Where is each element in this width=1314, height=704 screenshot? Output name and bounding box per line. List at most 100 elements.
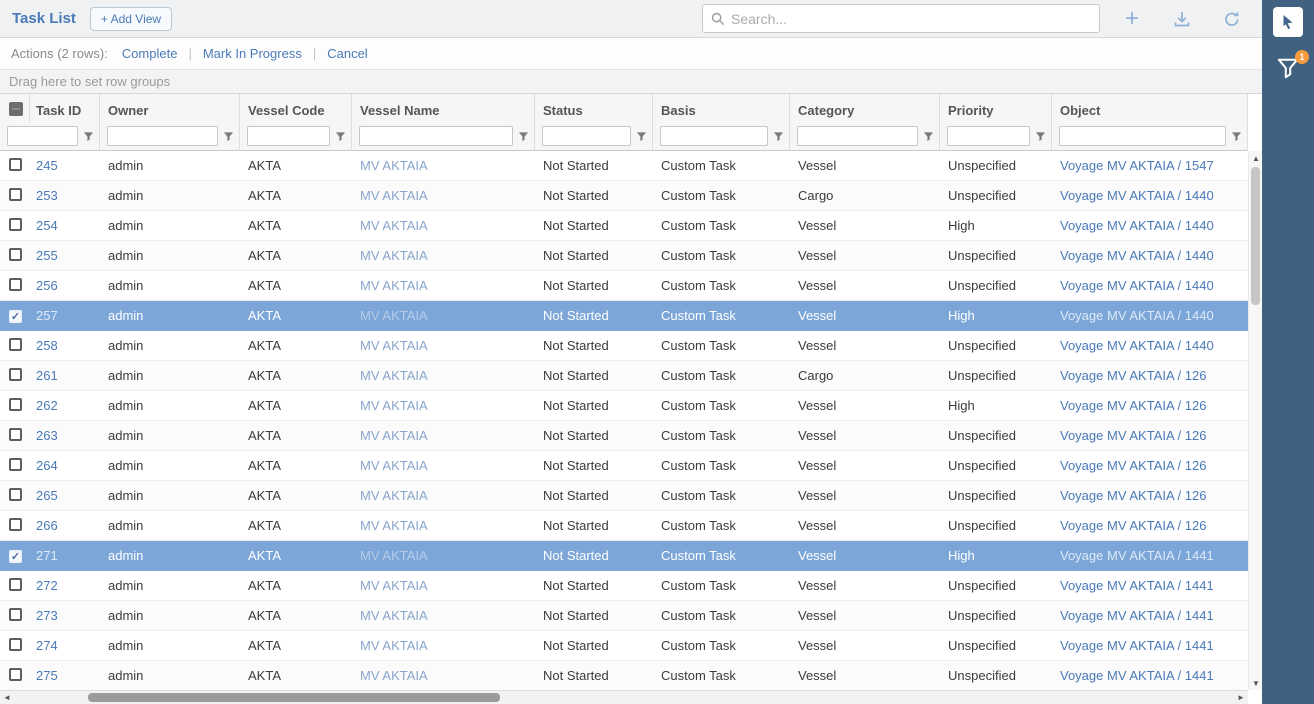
- filter-button-object[interactable]: [1231, 131, 1242, 142]
- task-id-link[interactable]: 262: [36, 398, 58, 413]
- filter-input-object[interactable]: [1059, 126, 1226, 146]
- table-row[interactable]: 255 admin AKTA MV AKTAIA Not Started Cus…: [0, 241, 1248, 271]
- filter-button-owner[interactable]: [223, 131, 234, 142]
- add-view-button[interactable]: + Add View: [90, 7, 172, 31]
- vessel-name-link[interactable]: MV AKTAIA: [360, 608, 428, 623]
- table-row[interactable]: 275 admin AKTA MV AKTAIA Not Started Cus…: [0, 661, 1248, 690]
- horizontal-scrollbar[interactable]: ◄ ►: [0, 690, 1248, 704]
- filter-panel-button[interactable]: 1: [1273, 53, 1303, 83]
- table-row[interactable]: 254 admin AKTA MV AKTAIA Not Started Cus…: [0, 211, 1248, 241]
- table-row[interactable]: 258 admin AKTA MV AKTAIA Not Started Cus…: [0, 331, 1248, 361]
- object-link[interactable]: Voyage MV AKTAIA / 1440: [1060, 188, 1214, 203]
- row-checkbox[interactable]: [9, 310, 22, 323]
- table-row[interactable]: 272 admin AKTA MV AKTAIA Not Started Cus…: [0, 571, 1248, 601]
- vessel-name-link[interactable]: MV AKTAIA: [360, 458, 428, 473]
- row-checkbox[interactable]: [9, 608, 22, 621]
- vessel-name-link[interactable]: MV AKTAIA: [360, 398, 428, 413]
- task-id-link[interactable]: 263: [36, 428, 58, 443]
- select-all-checkbox[interactable]: [9, 102, 23, 116]
- task-id-link[interactable]: 272: [36, 578, 58, 593]
- search-input[interactable]: [731, 11, 1091, 27]
- task-id-link[interactable]: 275: [36, 668, 58, 683]
- download-button[interactable]: [1170, 7, 1194, 31]
- column-header-priority[interactable]: Priority: [940, 94, 1052, 122]
- object-link[interactable]: Voyage MV AKTAIA / 126: [1060, 368, 1206, 383]
- row-checkbox[interactable]: [9, 278, 22, 291]
- task-id-link[interactable]: 264: [36, 458, 58, 473]
- row-checkbox[interactable]: [9, 338, 22, 351]
- action-complete[interactable]: Complete: [122, 46, 178, 61]
- vessel-name-link[interactable]: MV AKTAIA: [360, 428, 428, 443]
- row-checkbox[interactable]: [9, 248, 22, 261]
- task-id-link[interactable]: 266: [36, 518, 58, 533]
- table-row[interactable]: 263 admin AKTA MV AKTAIA Not Started Cus…: [0, 421, 1248, 451]
- search-box[interactable]: [702, 4, 1100, 33]
- filter-input-basis[interactable]: [660, 126, 768, 146]
- object-link[interactable]: Voyage MV AKTAIA / 1547: [1060, 158, 1214, 173]
- object-link[interactable]: Voyage MV AKTAIA / 1441: [1060, 548, 1214, 563]
- object-link[interactable]: Voyage MV AKTAIA / 1440: [1060, 278, 1214, 293]
- vessel-name-link[interactable]: MV AKTAIA: [360, 338, 428, 353]
- task-id-link[interactable]: 253: [36, 188, 58, 203]
- table-row[interactable]: 256 admin AKTA MV AKTAIA Not Started Cus…: [0, 271, 1248, 301]
- column-header-object[interactable]: Object: [1052, 94, 1248, 122]
- row-checkbox[interactable]: [9, 518, 22, 531]
- table-row[interactable]: 257 admin AKTA MV AKTAIA Not Started Cus…: [0, 301, 1248, 331]
- scroll-right-button[interactable]: ►: [1234, 691, 1248, 704]
- vessel-name-link[interactable]: MV AKTAIA: [360, 188, 428, 203]
- object-link[interactable]: Voyage MV AKTAIA / 1440: [1060, 308, 1214, 323]
- row-checkbox[interactable]: [9, 428, 22, 441]
- vessel-name-link[interactable]: MV AKTAIA: [360, 518, 428, 533]
- horizontal-scrollbar-thumb[interactable]: [88, 693, 500, 702]
- scroll-down-button[interactable]: ▼: [1249, 676, 1263, 690]
- vessel-name-link[interactable]: MV AKTAIA: [360, 308, 428, 323]
- filter-input-vessel-name[interactable]: [359, 126, 513, 146]
- table-row[interactable]: 261 admin AKTA MV AKTAIA Not Started Cus…: [0, 361, 1248, 391]
- object-link[interactable]: Voyage MV AKTAIA / 126: [1060, 488, 1206, 503]
- filter-button-status[interactable]: [636, 131, 647, 142]
- row-checkbox[interactable]: [9, 638, 22, 651]
- row-checkbox[interactable]: [9, 550, 22, 563]
- table-row[interactable]: 273 admin AKTA MV AKTAIA Not Started Cus…: [0, 601, 1248, 631]
- object-link[interactable]: Voyage MV AKTAIA / 126: [1060, 458, 1206, 473]
- vessel-name-link[interactable]: MV AKTAIA: [360, 158, 428, 173]
- vessel-name-link[interactable]: MV AKTAIA: [360, 548, 428, 563]
- vessel-name-link[interactable]: MV AKTAIA: [360, 248, 428, 263]
- vertical-scrollbar[interactable]: ▲ ▼: [1248, 151, 1262, 690]
- filter-input-category[interactable]: [797, 126, 918, 146]
- row-checkbox[interactable]: [9, 458, 22, 471]
- vertical-scrollbar-thumb[interactable]: [1251, 167, 1260, 305]
- filter-input-vessel-code[interactable]: [247, 126, 330, 146]
- filter-input-owner[interactable]: [107, 126, 218, 146]
- object-link[interactable]: Voyage MV AKTAIA / 1440: [1060, 338, 1214, 353]
- scroll-up-button[interactable]: ▲: [1249, 151, 1263, 165]
- task-id-link[interactable]: 273: [36, 608, 58, 623]
- table-row[interactable]: 264 admin AKTA MV AKTAIA Not Started Cus…: [0, 451, 1248, 481]
- table-row[interactable]: 274 admin AKTA MV AKTAIA Not Started Cus…: [0, 631, 1248, 661]
- filter-button-priority[interactable]: [1035, 131, 1046, 142]
- column-header-basis[interactable]: Basis: [653, 94, 790, 122]
- column-header-category[interactable]: Category: [790, 94, 940, 122]
- undo-button[interactable]: [1220, 7, 1244, 31]
- table-row[interactable]: 262 admin AKTA MV AKTAIA Not Started Cus…: [0, 391, 1248, 421]
- filter-input-task-id[interactable]: [7, 126, 78, 146]
- task-id-link[interactable]: 257: [36, 308, 58, 323]
- object-link[interactable]: Voyage MV AKTAIA / 126: [1060, 398, 1206, 413]
- task-id-link[interactable]: 256: [36, 278, 58, 293]
- vessel-name-link[interactable]: MV AKTAIA: [360, 278, 428, 293]
- vessel-name-link[interactable]: MV AKTAIA: [360, 578, 428, 593]
- row-checkbox[interactable]: [9, 218, 22, 231]
- table-row[interactable]: 271 admin AKTA MV AKTAIA Not Started Cus…: [0, 541, 1248, 571]
- column-header-owner[interactable]: Owner: [100, 94, 240, 122]
- row-checkbox[interactable]: [9, 488, 22, 501]
- action-cancel[interactable]: Cancel: [327, 46, 367, 61]
- filter-button-category[interactable]: [923, 131, 934, 142]
- select-tool-button[interactable]: [1273, 7, 1303, 37]
- task-id-link[interactable]: 265: [36, 488, 58, 503]
- table-row[interactable]: 266 admin AKTA MV AKTAIA Not Started Cus…: [0, 511, 1248, 541]
- table-row[interactable]: 245 admin AKTA MV AKTAIA Not Started Cus…: [0, 151, 1248, 181]
- task-id-link[interactable]: 258: [36, 338, 58, 353]
- filter-button-task-id[interactable]: [83, 131, 94, 142]
- vessel-name-link[interactable]: MV AKTAIA: [360, 638, 428, 653]
- table-row[interactable]: 253 admin AKTA MV AKTAIA Not Started Cus…: [0, 181, 1248, 211]
